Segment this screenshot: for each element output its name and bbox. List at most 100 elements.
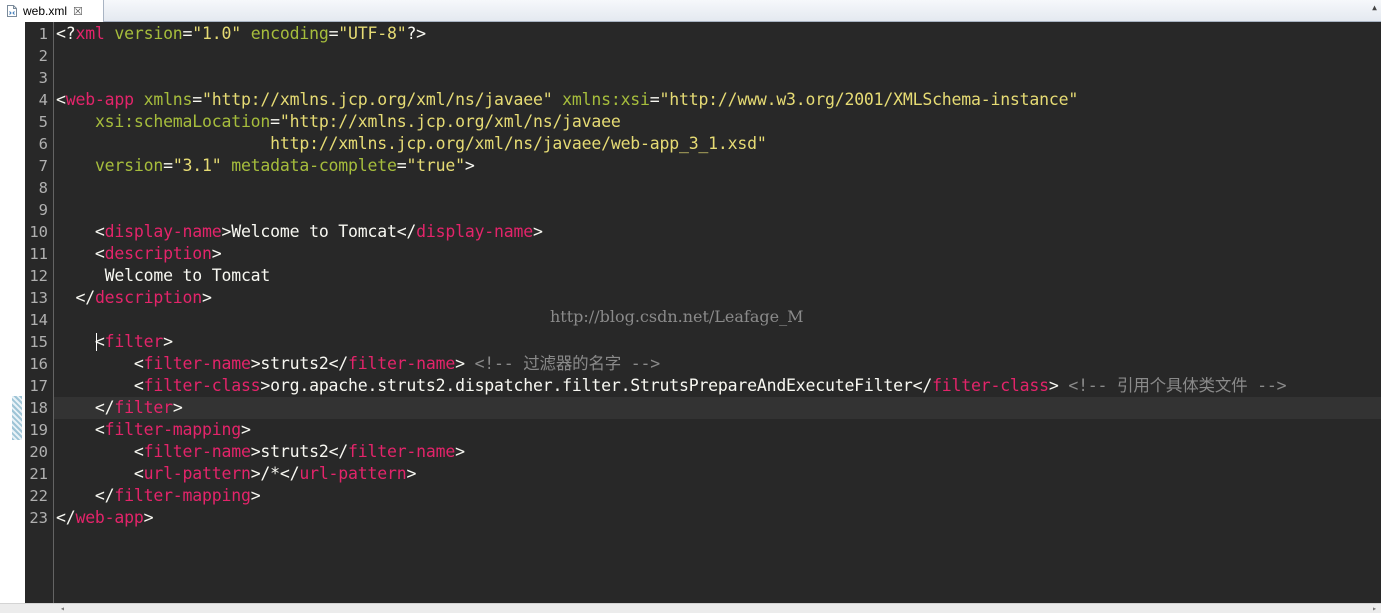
code-token-text: struts2 bbox=[260, 354, 329, 373]
code-token-punct: </ bbox=[56, 288, 95, 307]
code-token-punct: < bbox=[56, 90, 66, 109]
code-token-string: "http://xmlns.jcp.org/xml/ns/javaee" bbox=[202, 90, 553, 109]
line-number: 1 bbox=[38, 25, 48, 43]
scroll-left-arrow-icon[interactable]: ◂ bbox=[60, 604, 65, 613]
code-token-punct: > bbox=[211, 244, 222, 263]
line-number: 15 bbox=[29, 333, 48, 351]
code-token-punct: = bbox=[270, 112, 280, 131]
code-token-punct bbox=[105, 24, 115, 43]
line-number: 22 bbox=[29, 487, 48, 505]
code-line: </description> bbox=[56, 287, 212, 309]
scroll-right-arrow-icon[interactable]: ▸ bbox=[1372, 604, 1377, 613]
code-token-punct: </ bbox=[56, 508, 76, 527]
code-token-punct: > bbox=[250, 442, 261, 461]
code-token-attr: xmlns:xsi bbox=[562, 90, 650, 109]
code-token-string: "UTF-8" bbox=[338, 24, 407, 43]
line-number: 21 bbox=[29, 465, 48, 483]
code-token-punct bbox=[241, 24, 251, 43]
code-token-attr: version bbox=[114, 24, 183, 43]
line-number: 13 bbox=[29, 289, 48, 307]
code-line: </filter> bbox=[56, 397, 183, 419]
code-token-punct: < bbox=[56, 376, 144, 395]
change-marker bbox=[12, 396, 22, 440]
line-number: 18 bbox=[29, 399, 48, 417]
code-token-punct: > bbox=[532, 222, 543, 241]
code-token-punct: = bbox=[192, 90, 203, 109]
editor-tab-bar: web.xml ☒ ▲ bbox=[0, 0, 1381, 22]
code-token-tag: xml bbox=[75, 24, 105, 43]
code-token-punct: < bbox=[56, 244, 105, 263]
code-token-tag: web-app bbox=[65, 90, 134, 109]
scroll-up-arrow-icon[interactable]: ▲ bbox=[1372, 3, 1377, 12]
code-token-punct: < bbox=[56, 354, 144, 373]
code-token-string: http://xmlns.jcp.org/xml/ns/javaee/web-a… bbox=[56, 134, 767, 153]
code-token-tag: filter-name bbox=[348, 442, 456, 461]
line-number: 14 bbox=[29, 311, 48, 329]
code-line: <filter-name>struts2</filter-name> bbox=[56, 441, 465, 463]
code-token-tag: filter-class bbox=[143, 376, 261, 395]
code-token-tag: display-name bbox=[416, 222, 533, 241]
line-number: 8 bbox=[38, 179, 48, 197]
code-token-punct: > bbox=[240, 420, 251, 439]
code-token-tag: description bbox=[104, 244, 212, 263]
code-token-tag: filter-mapping bbox=[104, 420, 241, 439]
code-token-tag: filter-name bbox=[143, 354, 251, 373]
code-token-punct: > bbox=[202, 288, 212, 307]
code-token-punct: > bbox=[250, 354, 261, 373]
code-line: xsi:schemaLocation="http://xmlns.jcp.org… bbox=[56, 111, 621, 133]
code-token-punct: < bbox=[56, 332, 105, 351]
code-token-punct: </ bbox=[328, 354, 349, 373]
code-token-comment: <!-- 过滤器的名字 --> bbox=[474, 354, 661, 373]
code-token-tag: url-pattern bbox=[299, 464, 407, 483]
horizontal-scrollbar[interactable]: ◂ ▸ bbox=[0, 603, 1381, 613]
code-line: </filter-mapping> bbox=[56, 485, 261, 507]
line-number: 12 bbox=[29, 267, 48, 285]
code-line: version="3.1" metadata-complete="true"> bbox=[56, 155, 475, 177]
code-token-tag: url-pattern bbox=[143, 464, 251, 483]
line-number: 19 bbox=[29, 421, 48, 439]
code-token-punct bbox=[552, 90, 562, 109]
line-number: 23 bbox=[29, 509, 48, 527]
code-line: <description> bbox=[56, 243, 222, 265]
code-token-tag: filter bbox=[114, 398, 173, 417]
text-caret bbox=[96, 333, 97, 351]
close-icon[interactable]: ☒ bbox=[73, 5, 83, 18]
code-token-string: "http://xmlns.jcp.org/xml/ns/javaee bbox=[279, 112, 621, 131]
code-line: <filter-class>org.apache.struts2.dispatc… bbox=[56, 375, 1287, 397]
xml-file-icon bbox=[7, 5, 17, 17]
code-token-punct: > bbox=[455, 354, 465, 373]
code-line: <display-name>Welcome to Tomcat</display… bbox=[56, 221, 543, 243]
code-token-punct: < bbox=[56, 420, 105, 439]
code-token-string: "true" bbox=[406, 156, 465, 175]
code-token-punct: > bbox=[260, 376, 271, 395]
code-token-punct: > bbox=[250, 486, 261, 505]
line-number: 9 bbox=[38, 201, 48, 219]
code-token-punct: </ bbox=[912, 376, 933, 395]
line-number: 5 bbox=[38, 113, 48, 131]
code-token-text: org.apache.struts2.dispatcher.filter.Str… bbox=[270, 376, 913, 395]
code-token-text: Welcome to Tomcat bbox=[56, 266, 271, 285]
code-token-punct: </ bbox=[279, 464, 300, 483]
code-token-punct: ?> bbox=[406, 24, 426, 43]
code-token-punct: > bbox=[1048, 376, 1059, 395]
code-token-punct: = bbox=[649, 90, 660, 109]
code-token-tag: filter-mapping bbox=[114, 486, 251, 505]
code-token-punct: </ bbox=[328, 442, 349, 461]
line-number: 2 bbox=[38, 47, 48, 65]
code-token-punct: > bbox=[406, 464, 417, 483]
line-number: 4 bbox=[38, 91, 48, 109]
code-token-attr: encoding bbox=[250, 24, 329, 43]
code-token-punct: </ bbox=[56, 398, 115, 417]
code-token-punct: > bbox=[143, 508, 154, 527]
tab-filename: web.xml bbox=[23, 4, 68, 18]
tab-web-xml[interactable]: web.xml ☒ bbox=[0, 0, 104, 22]
code-line: <filter-mapping> bbox=[56, 419, 251, 441]
code-token-punct bbox=[56, 112, 95, 131]
code-token-string: "http://www.w3.org/2001/XMLSchema-instan… bbox=[659, 90, 1079, 109]
line-number: 10 bbox=[29, 223, 48, 241]
code-line: <filter> bbox=[56, 331, 173, 353]
code-token-punct: = bbox=[396, 156, 407, 175]
code-line: <filter-name>struts2</filter-name> <!-- … bbox=[56, 353, 660, 375]
code-token-tag: filter-class bbox=[932, 376, 1049, 395]
code-token-comment: <!-- 引用个具体类文件 --> bbox=[1068, 376, 1287, 395]
